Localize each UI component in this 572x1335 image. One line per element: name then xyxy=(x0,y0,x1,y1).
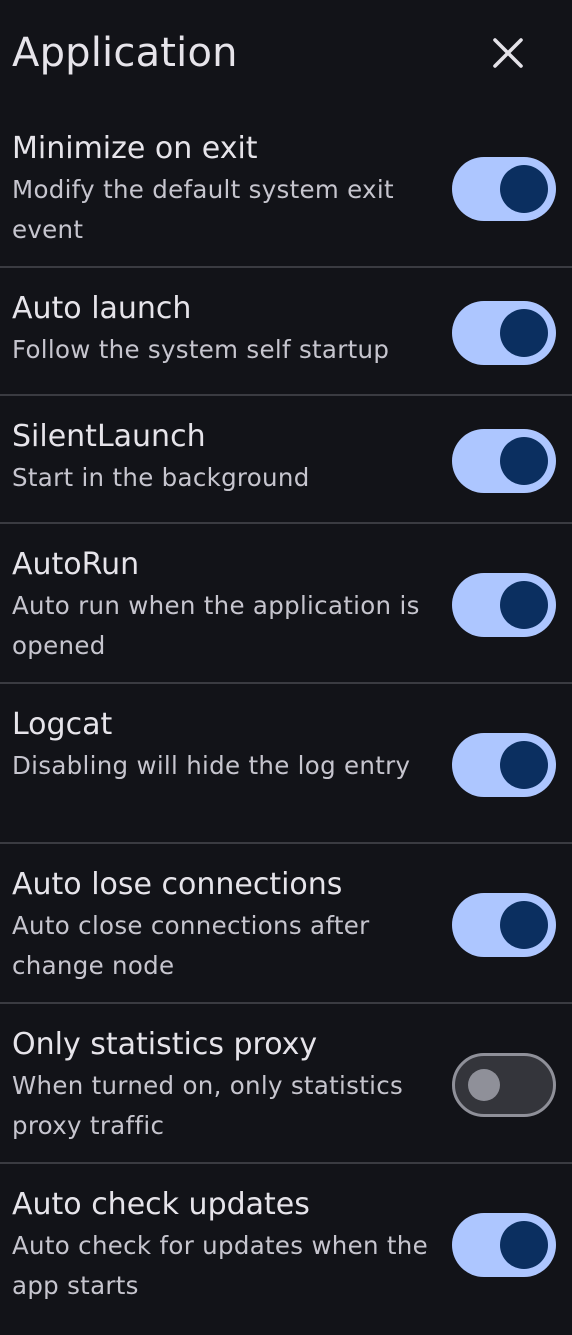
setting-text: Only statistics proxy When turned on, on… xyxy=(12,1024,432,1146)
setting-subtitle: Auto close connections after change node xyxy=(12,911,370,980)
switch-thumb xyxy=(500,309,548,357)
setting-text: SilentLaunch Start in the background xyxy=(12,416,432,498)
setting-only-statistics-proxy[interactable]: Only statistics proxy When turned on, on… xyxy=(0,1004,572,1164)
setting-subtitle: Modify the default system exit event xyxy=(12,175,394,244)
auto-launch-switch[interactable] xyxy=(452,301,556,365)
setting-silent-launch[interactable]: SilentLaunch Start in the background xyxy=(0,396,572,524)
setting-subtitle: Follow the system self startup xyxy=(12,335,390,364)
setting-text: Auto check updates Auto check for update… xyxy=(12,1184,432,1306)
silent-launch-switch[interactable] xyxy=(452,429,556,493)
setting-text: Minimize on exit Modify the default syst… xyxy=(12,128,432,250)
setting-logcat[interactable]: Logcat Disabling will hide the log entry xyxy=(0,684,572,844)
minimize-on-exit-switch[interactable] xyxy=(452,157,556,221)
setting-title: Logcat xyxy=(12,707,113,742)
auto-close-connections-switch[interactable] xyxy=(452,893,556,957)
setting-subtitle: Auto run when the application is opened xyxy=(12,591,420,660)
setting-title: Auto check updates xyxy=(12,1187,310,1222)
setting-text: AutoRun Auto run when the application is… xyxy=(12,544,432,666)
settings-list: Minimize on exit Modify the default syst… xyxy=(0,108,572,1334)
setting-minimize-on-exit[interactable]: Minimize on exit Modify the default syst… xyxy=(0,108,572,268)
setting-auto-check-updates[interactable]: Auto check updates Auto check for update… xyxy=(0,1164,572,1334)
setting-text: Auto lose connections Auto close connect… xyxy=(12,864,432,986)
switch-thumb xyxy=(468,1069,500,1101)
auto-check-updates-switch[interactable] xyxy=(452,1213,556,1277)
setting-title: Minimize on exit xyxy=(12,131,258,166)
close-button[interactable] xyxy=(480,25,536,81)
switch-thumb xyxy=(500,901,548,949)
only-statistics-proxy-switch[interactable] xyxy=(452,1053,556,1117)
setting-title: Only statistics proxy xyxy=(12,1027,318,1062)
switch-thumb xyxy=(500,581,548,629)
setting-auto-close-connections[interactable]: Auto lose connections Auto close connect… xyxy=(0,844,572,1004)
setting-title: Auto launch xyxy=(12,291,192,326)
page-title: Application xyxy=(12,30,238,76)
switch-thumb xyxy=(500,1221,548,1269)
setting-subtitle: Disabling will hide the log entry xyxy=(12,751,411,780)
setting-subtitle: Start in the background xyxy=(12,463,310,492)
setting-title: AutoRun xyxy=(12,547,140,582)
header: Application xyxy=(0,0,572,108)
close-icon xyxy=(493,38,523,68)
logcat-switch[interactable] xyxy=(452,733,556,797)
setting-text: Auto launch Follow the system self start… xyxy=(12,288,432,370)
setting-title: SilentLaunch xyxy=(12,419,206,454)
setting-auto-launch[interactable]: Auto launch Follow the system self start… xyxy=(0,268,572,396)
switch-thumb xyxy=(500,437,548,485)
setting-auto-run[interactable]: AutoRun Auto run when the application is… xyxy=(0,524,572,684)
setting-text: Logcat Disabling will hide the log entry xyxy=(12,704,432,786)
setting-subtitle: Auto check for updates when the app star… xyxy=(12,1231,429,1300)
auto-run-switch[interactable] xyxy=(452,573,556,637)
setting-subtitle: When turned on, only statistics proxy tr… xyxy=(12,1071,404,1140)
switch-thumb xyxy=(500,741,548,789)
switch-thumb xyxy=(500,165,548,213)
setting-title: Auto lose connections xyxy=(12,867,343,902)
